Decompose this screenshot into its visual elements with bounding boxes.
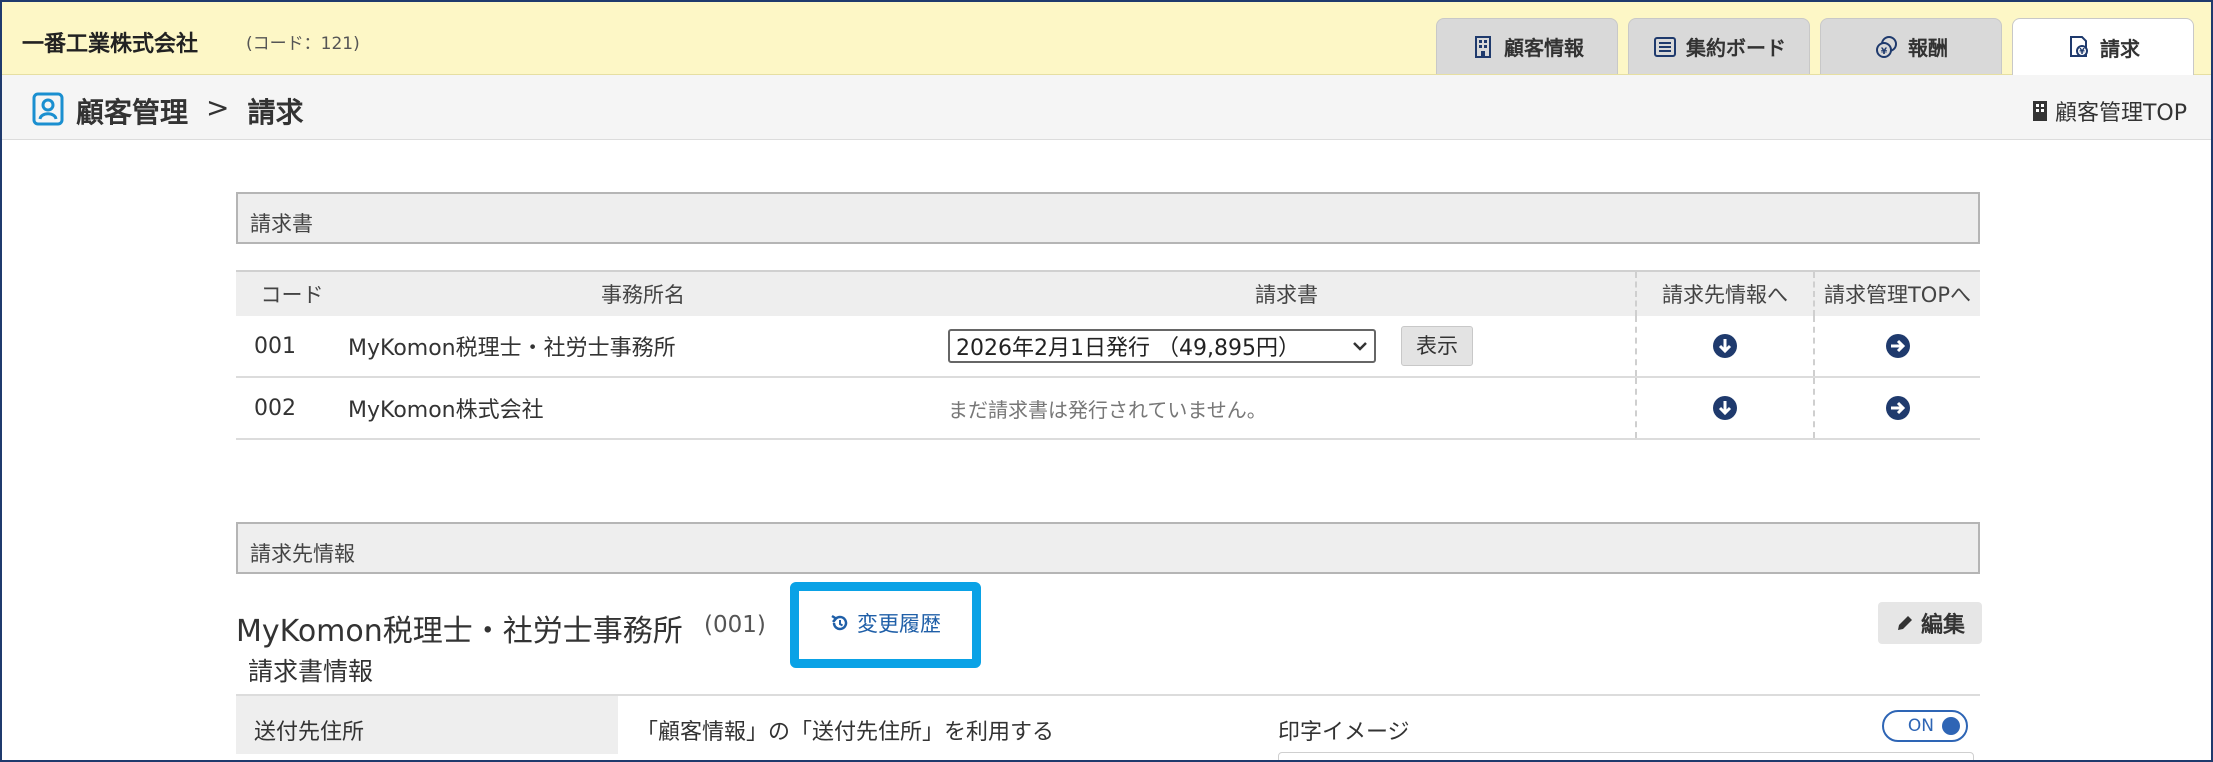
billing-info-section-header: 請求先情報 xyxy=(236,522,1980,574)
svg-text:¥: ¥ xyxy=(1881,47,1888,57)
client-code: (001) xyxy=(704,612,766,638)
office-name: MyKomon株式会社 xyxy=(348,377,938,440)
customer-management-top-link[interactable]: 顧客管理TOP xyxy=(2031,95,2187,127)
company-name: 一番工業株式会社 xyxy=(22,32,199,57)
breadcrumb-bar: 顧客管理 > 請求 顧客管理TOP xyxy=(2,75,2211,140)
tab-label: 顧客情報 xyxy=(1504,36,1584,60)
table-row: 001 MyKomon税理士・社労士事務所 2026年2月1日発行 （49,89… xyxy=(236,316,1980,378)
table-row: 002 MyKomon株式会社 まだ請求書は発行されていません。 xyxy=(236,377,1980,440)
pencil-icon xyxy=(1897,616,1912,630)
client-name: MyKomon税理士・社労士事務所 xyxy=(236,614,683,649)
column-header: 請求先情報へ xyxy=(1635,270,1814,316)
invoice-info-subheading: 請求書情報 xyxy=(248,657,374,686)
column-header: 請求管理TOPへ xyxy=(1813,270,1980,316)
toggle-knob xyxy=(1942,717,1960,735)
tab-aggregate-board[interactable]: 集約ボード xyxy=(1628,18,1810,74)
change-history-label: 変更履歴 xyxy=(857,612,941,636)
toggle-label: ON xyxy=(1907,716,1934,736)
coins-icon: ¥ xyxy=(1876,35,1897,58)
breadcrumb-root[interactable]: 顧客管理 xyxy=(76,91,188,131)
arrow-down-circle-icon[interactable] xyxy=(1712,333,1738,359)
invoice-select-value: 2026年2月1日発行 （49,895円） xyxy=(956,336,1300,361)
breadcrumb: 顧客管理 > 請求 xyxy=(76,91,304,131)
table-header-row: コード 事務所名 請求書 請求先情報へ 請求管理TOPへ xyxy=(236,270,1980,316)
print-preview-box xyxy=(1278,752,1974,760)
office-code: 001 xyxy=(236,316,348,378)
history-highlight: 変更履歴 xyxy=(790,582,981,668)
send-address-value: 「顧客情報」の「送付先住所」を利用する xyxy=(618,694,1260,754)
column-header: 事務所名 xyxy=(348,270,938,316)
column-header: コード xyxy=(236,270,348,316)
tab-customer-info[interactable]: 顧客情報 xyxy=(1436,18,1618,74)
app-window: 一番工業株式会社 (コード：121) 顧客情報 集約ボード ¥ 報酬 ¥ 請求 … xyxy=(0,0,2213,762)
change-history-button[interactable]: 変更履歴 xyxy=(829,608,941,638)
edit-button-label: 編集 xyxy=(1920,613,1965,638)
print-image-toggle[interactable]: ON xyxy=(1882,710,1968,742)
print-image-panel: 印字イメージ ON xyxy=(1260,694,1980,760)
office-name: MyKomon税理士・社労士事務所 xyxy=(348,316,938,378)
no-invoice-message: まだ請求書は発行されていません。 xyxy=(948,397,1267,422)
building-icon xyxy=(1475,35,1491,58)
top-link-label: 顧客管理TOP xyxy=(2054,101,2187,126)
tab-billing[interactable]: ¥ 請求 xyxy=(2012,18,2194,75)
goto-billing-top-cell xyxy=(1813,377,1980,440)
tab-label: 集約ボード xyxy=(1686,36,1786,60)
customer-profile-icon xyxy=(32,92,64,126)
goto-billing-info-cell xyxy=(1635,316,1814,378)
print-image-label: 印字イメージ xyxy=(1278,720,1410,745)
invoice-table: コード 事務所名 請求書 請求先情報へ 請求管理TOPへ 001 MyKomon… xyxy=(236,270,1980,440)
top-bar: 一番工業株式会社 (コード：121) 顧客情報 集約ボード ¥ 報酬 ¥ 請求 xyxy=(2,2,2211,75)
column-header: 請求書 xyxy=(938,270,1636,316)
invoice-cell: 2026年2月1日発行 （49,895円） 表示 xyxy=(938,316,1636,378)
breadcrumb-separator: > xyxy=(206,91,230,124)
breadcrumb-current: 請求 xyxy=(247,96,304,129)
tab-label: 報酬 xyxy=(1908,36,1948,60)
svg-text:¥: ¥ xyxy=(2079,47,2085,56)
invoice-select[interactable]: 2026年2月1日発行 （49,895円） xyxy=(948,329,1376,363)
send-address-label: 送付先住所 xyxy=(236,694,618,754)
goto-billing-top-cell xyxy=(1813,316,1980,378)
arrow-down-circle-icon[interactable] xyxy=(1712,395,1738,421)
history-icon xyxy=(831,614,848,631)
arrow-right-circle-icon[interactable] xyxy=(1885,395,1911,421)
tab-label: 請求 xyxy=(2100,36,2140,61)
goto-billing-info-cell xyxy=(1635,377,1814,440)
edit-button[interactable]: 編集 xyxy=(1878,602,1982,644)
chevron-down-icon xyxy=(1353,342,1367,351)
tab-fees[interactable]: ¥ 報酬 xyxy=(1820,18,2002,74)
invoice-cell: まだ請求書は発行されていません。 xyxy=(938,377,1636,440)
company-code: (コード：121) xyxy=(246,34,360,54)
arrow-right-circle-icon[interactable] xyxy=(1885,333,1911,359)
board-icon xyxy=(1654,36,1676,57)
building-icon xyxy=(2032,101,2047,121)
invoice-icon: ¥ xyxy=(2070,36,2088,57)
office-code: 002 xyxy=(236,377,348,440)
show-invoice-button[interactable]: 表示 xyxy=(1401,326,1473,366)
invoice-section-header: 請求書 xyxy=(236,192,1980,244)
